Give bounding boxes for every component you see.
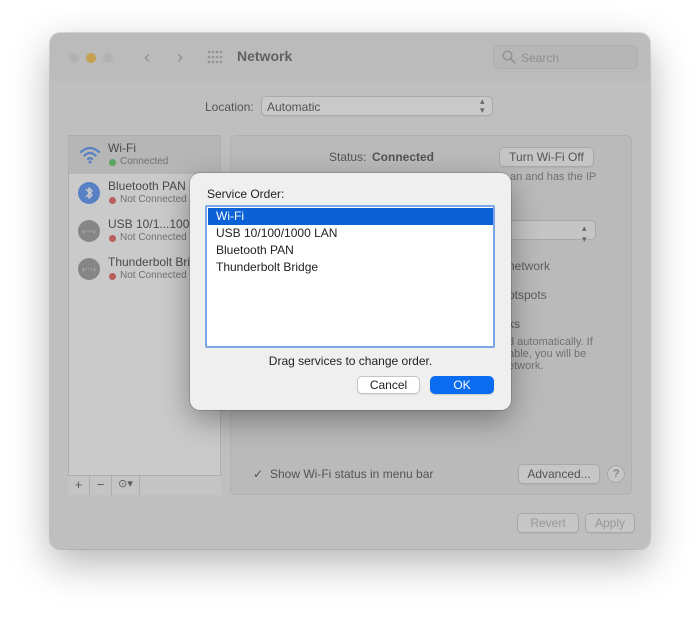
service-order-title: Service Order:: [207, 187, 285, 201]
service-order-item[interactable]: Bluetooth PAN: [208, 242, 493, 259]
service-order-item[interactable]: Thunderbolt Bridge: [208, 259, 493, 276]
ok-button[interactable]: OK: [430, 376, 494, 394]
service-order-item[interactable]: Wi-Fi: [208, 208, 493, 225]
service-order-item[interactable]: USB 10/100/1000 LAN: [208, 225, 493, 242]
drag-hint-text: Drag services to change order.: [268, 354, 433, 368]
cancel-button[interactable]: Cancel: [357, 376, 420, 394]
